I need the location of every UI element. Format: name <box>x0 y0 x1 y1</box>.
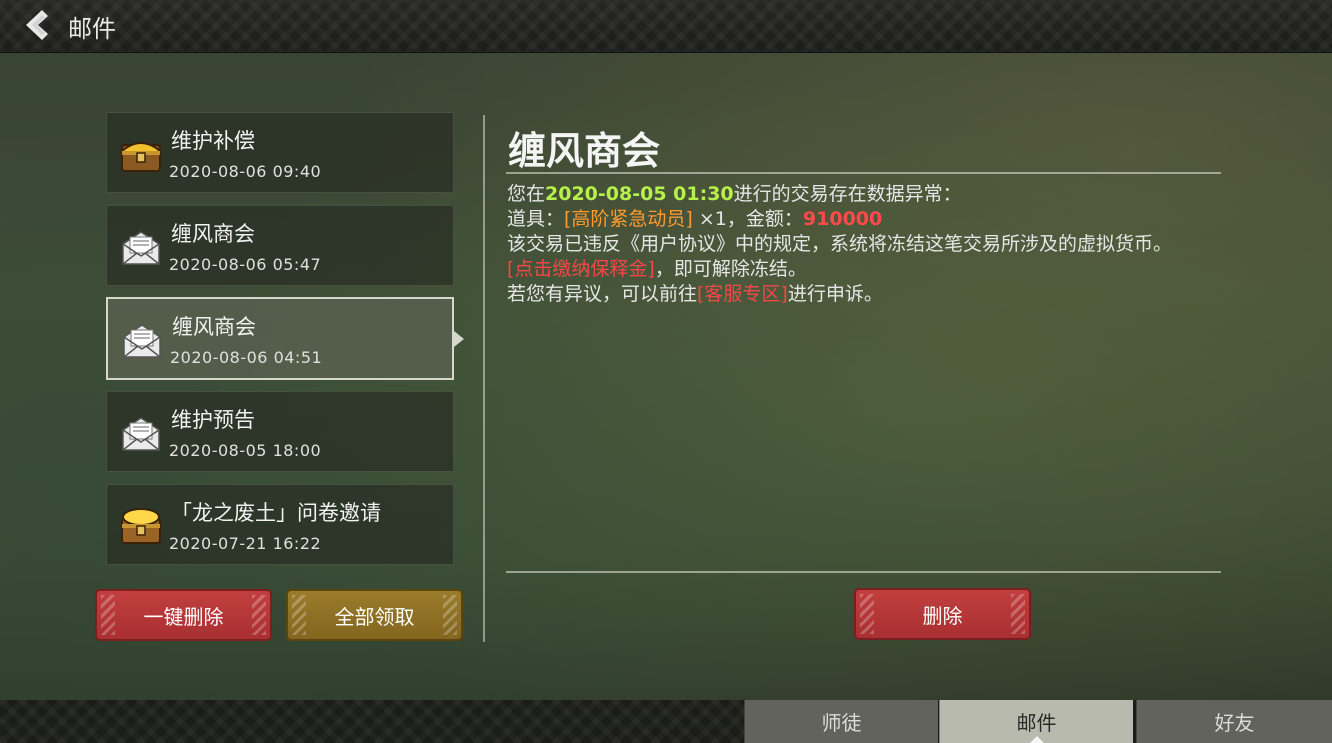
claim-all-label: 全部领取 <box>334 604 415 629</box>
mail-body-line: 您在2020-08-05 01:30进行的交易存在数据异常： <box>507 183 962 205</box>
page-title: 邮件 <box>68 15 116 43</box>
treasure-chest-icon <box>121 142 161 172</box>
selection-arrow-icon <box>454 331 464 347</box>
tab-mentorship[interactable]: 师徒 <box>744 700 938 743</box>
mail-list-item-selected[interactable]: 缠风商会 2020-08-06 04:51 <box>106 297 464 380</box>
delete-all-button[interactable]: 一键删除 <box>95 589 272 641</box>
mail-title: 缠风商会 <box>171 222 255 246</box>
active-tab-indicator-icon <box>1029 736 1044 743</box>
mail-date: 2020-08-06 04:51 <box>170 348 323 367</box>
mail-title: 维护预告 <box>171 408 255 432</box>
mail-list-item[interactable]: 「龙之废土」问卷邀请 2020-07-21 16:22 <box>106 484 454 565</box>
pay-bail-link[interactable]: [点击缴纳保释金] <box>507 258 655 280</box>
mail-body-line: [点击缴纳保释金]，即可解除冻结。 <box>507 258 807 280</box>
divider <box>506 571 1221 573</box>
vertical-divider <box>483 115 485 642</box>
back-button[interactable] <box>22 8 58 42</box>
mail-list: 维护补偿 2020-08-06 09:40 缠风商会 2020-08-06 05… <box>106 112 464 577</box>
mail-date: 2020-07-21 16:22 <box>169 534 322 553</box>
envelope-icon <box>123 324 161 358</box>
mail-body-line: 道具：[高阶紧急动员] ×1，金额：910000 <box>507 208 883 230</box>
mail-date: 2020-08-06 09:40 <box>169 162 322 181</box>
mail-list-item[interactable]: 缠风商会 2020-08-06 05:47 <box>106 205 454 286</box>
amount-value: 910000 <box>802 208 883 230</box>
mail-date: 2020-08-06 05:47 <box>169 255 322 274</box>
mail-date: 2020-08-05 18:00 <box>169 441 322 460</box>
divider <box>506 172 1221 174</box>
envelope-icon <box>122 231 160 265</box>
mail-list-item[interactable]: 维护补偿 2020-08-06 09:40 <box>106 112 454 193</box>
top-bar: 邮件 <box>0 0 1332 53</box>
customer-service-link[interactable]: [客服专区] <box>697 283 788 305</box>
mail-body-line: 若您有异议，可以前往[客服专区]进行申诉。 <box>507 283 883 305</box>
back-arrow-icon <box>26 10 48 40</box>
tab-mail[interactable]: 邮件 <box>939 700 1133 743</box>
delete-button[interactable]: 删除 <box>854 588 1031 640</box>
mail-title: 「龙之废土」问卷邀请 <box>171 501 381 525</box>
delete-label: 删除 <box>922 603 963 628</box>
mail-title: 维护补偿 <box>171 129 255 153</box>
mail-detail-title: 缠风商会 <box>508 129 661 173</box>
mail-list-item[interactable]: 维护预告 2020-08-05 18:00 <box>106 391 454 472</box>
envelope-icon <box>122 417 160 451</box>
delete-all-label: 一键删除 <box>143 604 224 629</box>
mail-body-line: 该交易已违反《用户协议》中的规定，系统将冻结这笔交易所涉及的虚拟货币。 <box>507 233 1173 255</box>
item-name[interactable]: [高阶紧急动员] <box>564 208 693 230</box>
treasure-chest-icon <box>121 508 161 544</box>
mail-title: 缠风商会 <box>172 315 256 339</box>
claim-all-button[interactable]: 全部领取 <box>286 589 463 641</box>
tab-friends[interactable]: 好友 <box>1136 700 1332 743</box>
transaction-time: 2020-08-05 01:30 <box>545 183 734 205</box>
mail-detail-body: 您在2020-08-05 01:30进行的交易存在数据异常： 道具：[高阶紧急动… <box>507 182 1219 307</box>
